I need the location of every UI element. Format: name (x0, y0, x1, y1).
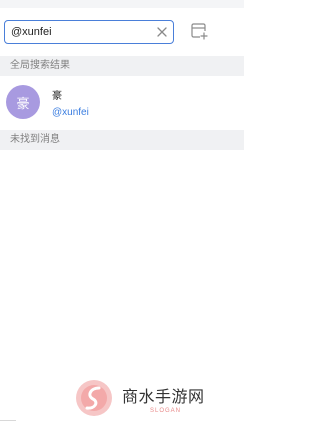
watermark-title: 商水手游网 (122, 388, 205, 406)
section-header-global-results: 全局搜索结果 (0, 56, 244, 76)
divider (0, 420, 16, 421)
search-input[interactable] (5, 22, 153, 42)
close-icon[interactable] (153, 22, 170, 42)
result-name: 豪 (52, 91, 62, 102)
avatar: 豪 (6, 85, 40, 119)
search-panel: 全局搜索结果 豪 豪 @xunfei 未找到消息 商水手游网 SLOGAN (0, 0, 244, 424)
watermark-slogan: SLOGAN (150, 407, 182, 414)
watermark-logo-icon (72, 376, 116, 420)
result-handle: @xunfei (52, 107, 89, 118)
search-box (4, 20, 174, 44)
top-strip (0, 0, 244, 8)
search-bar (0, 8, 244, 56)
section-header-no-messages: 未找到消息 (0, 130, 244, 150)
watermark: 商水手游网 SLOGAN (72, 376, 242, 420)
search-result-item[interactable]: 豪 豪 @xunfei (0, 76, 244, 130)
new-chat-icon[interactable] (189, 21, 209, 41)
